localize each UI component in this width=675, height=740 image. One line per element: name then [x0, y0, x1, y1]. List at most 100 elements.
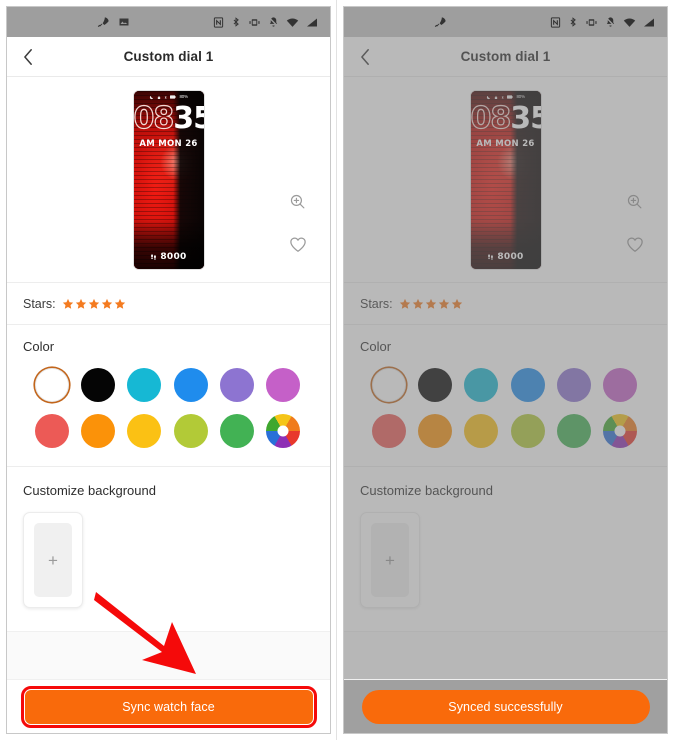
watch-status-row: 80%	[471, 94, 541, 100]
add-background-placeholder: +	[34, 523, 72, 597]
color-swatch-cyan[interactable]	[464, 368, 499, 402]
phone-screen-before: Custom dial 1 80% 083 AM MON 26 8000 Sta…	[6, 6, 331, 734]
back-chevron-icon	[23, 48, 32, 65]
color-swatch-black[interactable]	[418, 368, 453, 402]
star-icon	[75, 298, 86, 309]
add-background-card[interactable]: +	[360, 512, 420, 608]
color-section: Color	[344, 325, 667, 458]
heart-icon	[289, 237, 306, 252]
content-scroll-area: 80% 0835 AM MON 26 8000	[344, 77, 667, 631]
add-background-card[interactable]: +	[23, 512, 83, 608]
star-rating	[399, 298, 463, 310]
watch-hour: 08	[470, 100, 512, 136]
nfc-icon	[213, 16, 224, 28]
color-swatch-orange[interactable]	[418, 414, 453, 448]
wifi-icon	[623, 17, 636, 27]
star-icon	[425, 298, 436, 309]
page-title: Custom dial 1	[460, 49, 551, 64]
battery-icon	[507, 95, 514, 99]
vibrate-icon	[586, 18, 597, 26]
customize-background-title: Customize background	[23, 483, 156, 498]
bluetooth-icon	[570, 17, 576, 27]
color-swatch-yellow-green[interactable]	[173, 414, 208, 448]
favorite-button[interactable]	[285, 232, 310, 257]
color-swatch-white[interactable]	[372, 368, 407, 402]
customize-background-section: Customize background +	[7, 467, 330, 608]
watch-date: AM MON 26	[139, 138, 198, 149]
color-swatch-color-wheel[interactable]	[602, 414, 637, 448]
zoom-in-icon	[290, 194, 305, 209]
watch-status-row: 80%	[134, 94, 204, 100]
watch-face-preview[interactable]: 80% 0835 AM MON 26 8000	[470, 90, 541, 269]
color-swatch-color-wheel[interactable]	[265, 414, 300, 448]
status-bar-left-icons	[97, 16, 130, 29]
bluetooth-icon	[501, 95, 504, 99]
favorite-button[interactable]	[622, 232, 647, 257]
watch-date: AM MON 26	[476, 138, 535, 149]
color-swatch-blue[interactable]	[510, 368, 545, 402]
heart-icon	[626, 237, 643, 252]
watch-steps-value: 8000	[497, 251, 524, 262]
sync-watch-face-button[interactable]: Sync watch face	[20, 685, 317, 728]
phone-panel-after: Custom dial 1 80% 083 AM MON 26 8000 Sta…	[337, 0, 674, 740]
customize-background-section: Customize background +	[344, 467, 667, 608]
color-swatch-magenta[interactable]	[602, 368, 637, 402]
watch-time: 0835	[471, 102, 541, 133]
color-swatch-grid	[23, 368, 314, 448]
color-section-title: Color	[23, 339, 55, 354]
stars-row: Stars:	[7, 283, 330, 325]
moon-icon	[486, 95, 491, 99]
color-swatch-purple[interactable]	[556, 368, 591, 402]
zoom-in-icon	[627, 194, 642, 209]
color-swatch-cyan[interactable]	[127, 368, 162, 402]
page-title: Custom dial 1	[123, 49, 214, 64]
battery-icon	[170, 95, 177, 99]
back-button[interactable]	[7, 37, 49, 77]
color-swatch-orange[interactable]	[81, 414, 116, 448]
star-icon	[62, 298, 73, 309]
status-bar-left-icons	[434, 16, 447, 29]
color-swatch-green[interactable]	[219, 414, 254, 448]
color-swatch-blue[interactable]	[173, 368, 208, 402]
star-icon	[399, 298, 410, 309]
zoom-in-button[interactable]	[622, 189, 647, 214]
star-icon	[451, 298, 462, 309]
moon-icon	[149, 95, 154, 99]
status-bar	[7, 7, 330, 37]
star-icon	[101, 298, 112, 309]
phone-screen-after: Custom dial 1 80% 083 AM MON 26 8000 Sta…	[343, 6, 668, 734]
color-section: Color	[7, 325, 330, 458]
color-swatch-green[interactable]	[556, 414, 591, 448]
lock-icon	[157, 95, 161, 99]
footsteps-icon	[488, 253, 494, 260]
star-icon	[438, 298, 449, 309]
color-swatch-magenta[interactable]	[265, 368, 300, 402]
color-swatch-white[interactable]	[35, 368, 70, 402]
stars-label: Stars:	[360, 296, 393, 311]
watch-steps: 8000	[134, 252, 204, 262]
color-swatch-yellow-green[interactable]	[510, 414, 545, 448]
status-bar	[344, 7, 667, 37]
preview-side-actions	[622, 189, 647, 257]
watch-time: 0835	[134, 102, 204, 133]
star-icon	[412, 298, 423, 309]
watch-minute: 35	[510, 100, 540, 136]
stars-label: Stars:	[23, 296, 56, 311]
zoom-in-button[interactable]	[285, 189, 310, 214]
app-bar: Custom dial 1	[7, 37, 330, 77]
signal-icon	[644, 18, 654, 26]
color-swatch-gold[interactable]	[464, 414, 499, 448]
synced-successfully-button[interactable]: Synced successfully	[361, 689, 650, 724]
nfc-icon	[550, 16, 561, 28]
color-swatch-grid	[360, 368, 651, 448]
color-swatch-coral-red[interactable]	[35, 414, 70, 448]
back-button[interactable]	[344, 37, 386, 77]
color-swatch-coral-red[interactable]	[372, 414, 407, 448]
color-swatch-black[interactable]	[81, 368, 116, 402]
color-swatch-gold[interactable]	[127, 414, 162, 448]
bottom-spacer	[344, 631, 667, 679]
watch-face-preview-section: 80% 0835 AM MON 26 8000	[344, 77, 667, 283]
watch-face-preview[interactable]: 80% 0835 AM MON 26 8000	[133, 90, 204, 269]
color-swatch-purple[interactable]	[219, 368, 254, 402]
status-bar-right-icons	[213, 16, 318, 28]
